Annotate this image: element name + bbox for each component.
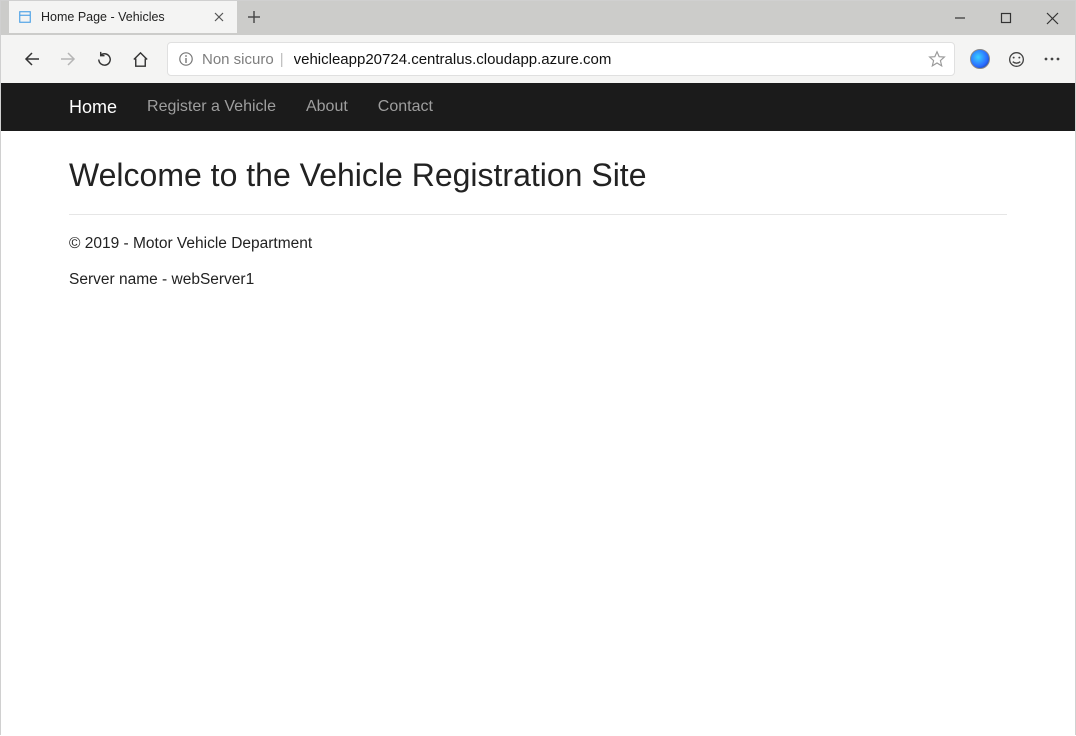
extension-button[interactable] xyxy=(963,42,997,76)
nav-link-about[interactable]: About xyxy=(306,98,348,116)
new-tab-button[interactable] xyxy=(237,1,271,33)
address-bar[interactable]: Non sicuro | vehicleapp20724.centralus.c… xyxy=(167,42,955,76)
menu-button[interactable] xyxy=(1035,42,1069,76)
favorite-icon[interactable] xyxy=(928,50,946,68)
site-info-icon[interactable] xyxy=(178,51,194,67)
feedback-button[interactable] xyxy=(999,42,1033,76)
refresh-button[interactable] xyxy=(87,42,121,76)
home-button[interactable] xyxy=(123,42,157,76)
window-controls xyxy=(937,1,1075,35)
extension-icon xyxy=(970,49,990,69)
divider xyxy=(69,214,1007,215)
page-viewport: Home Register a Vehicle About Contact We… xyxy=(1,83,1075,736)
page-favicon-icon xyxy=(17,9,33,25)
separator: | xyxy=(280,51,284,68)
tab-close-icon[interactable] xyxy=(211,9,227,25)
nav-link-home[interactable]: Home xyxy=(69,97,117,118)
window-close-button[interactable] xyxy=(1029,1,1075,35)
site-navbar: Home Register a Vehicle About Contact xyxy=(1,83,1075,131)
server-name-text: Server name - webServer1 xyxy=(69,271,1007,289)
forward-button[interactable] xyxy=(51,42,85,76)
url-text: vehicleapp20724.centralus.cloudapp.azure… xyxy=(294,51,928,68)
copyright-text: © 2019 - Motor Vehicle Department xyxy=(69,235,1007,253)
tab-title: Home Page - Vehicles xyxy=(41,10,211,24)
browser-tab[interactable]: Home Page - Vehicles xyxy=(9,1,237,33)
nav-link-register[interactable]: Register a Vehicle xyxy=(147,98,276,116)
page-container: Welcome to the Vehicle Registration Site… xyxy=(1,131,1075,289)
security-label: Non sicuro xyxy=(202,51,274,68)
page-heading: Welcome to the Vehicle Registration Site xyxy=(69,157,1007,194)
browser-toolbar: Non sicuro | vehicleapp20724.centralus.c… xyxy=(1,35,1075,83)
window-titlebar: Home Page - Vehicles xyxy=(1,1,1075,35)
window-maximize-button[interactable] xyxy=(983,1,1029,35)
nav-link-contact[interactable]: Contact xyxy=(378,98,433,116)
back-button[interactable] xyxy=(15,42,49,76)
window-minimize-button[interactable] xyxy=(937,1,983,35)
